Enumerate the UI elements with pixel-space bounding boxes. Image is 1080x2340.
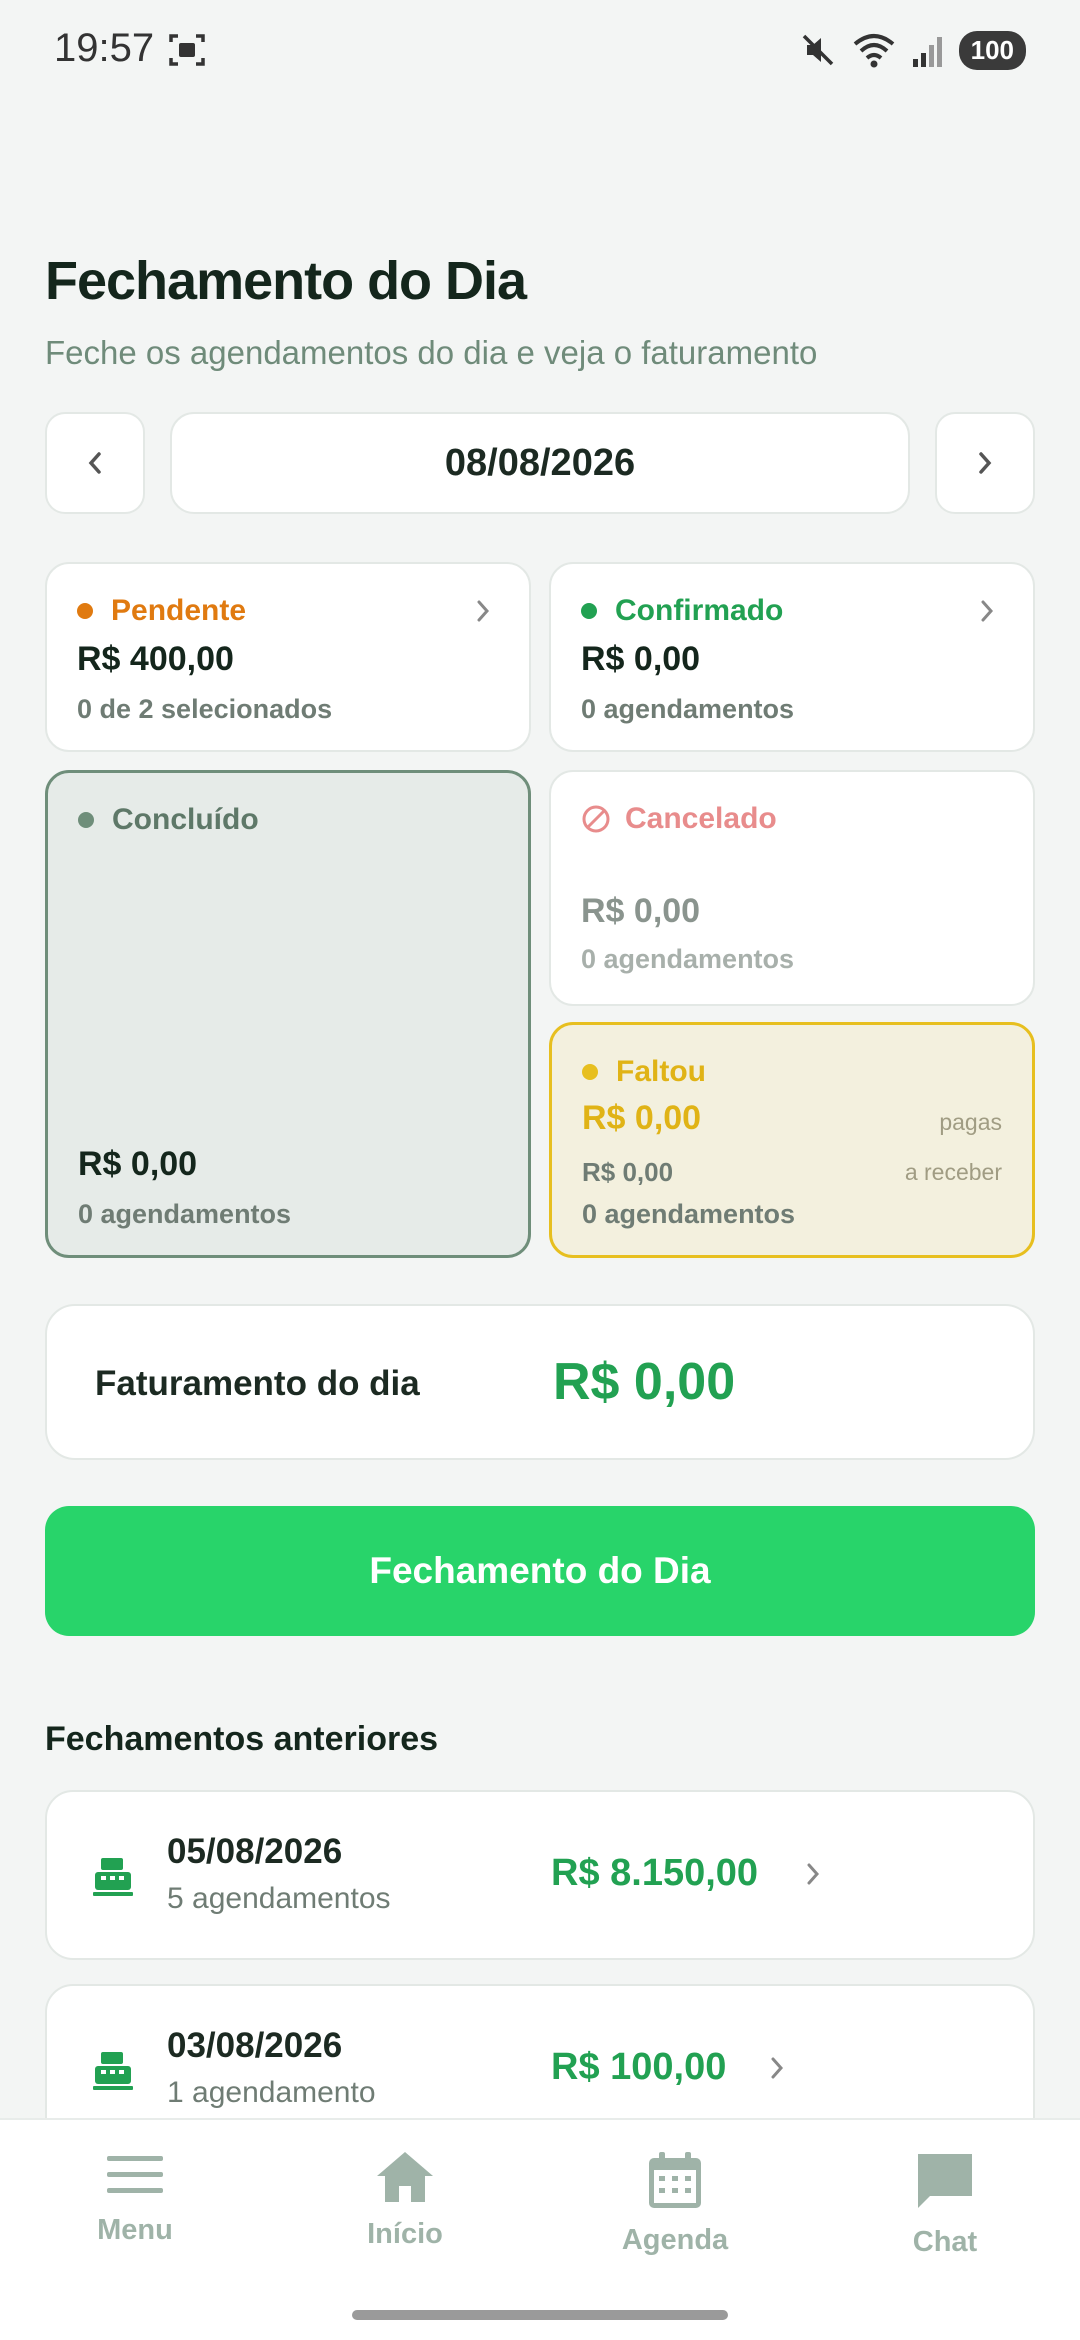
card-confirmado-amount: R$ 0,00: [581, 640, 701, 678]
card-label-text: Cancelado: [625, 802, 777, 835]
status-bar: 19:57 100: [0, 0, 1080, 100]
next-date-button[interactable]: [935, 412, 1035, 514]
card-faltou-meta: 0 agendamentos: [582, 1199, 796, 1229]
history-value: R$ 8.150,00: [551, 1852, 759, 1894]
nav-item-chat[interactable]: Chat: [845, 2150, 1045, 2259]
chevron-right-icon: [771, 2057, 784, 2079]
card-cancelado-label: Cancelado: [581, 802, 777, 836]
card-concluido-meta: 0 agendamentos: [78, 1199, 292, 1229]
card-confirmado-meta: 0 agendamentos: [581, 694, 795, 724]
status-icons: 100: [799, 30, 1026, 70]
history-date: 03/08/2026: [167, 2026, 343, 2065]
prev-date-button[interactable]: [45, 412, 145, 514]
home-indicator[interactable]: [352, 2310, 728, 2320]
card-faltou-paid-amount: R$ 0,00: [582, 1099, 702, 1137]
card-label-text: Pendente: [111, 594, 247, 627]
card-pendente-meta: 0 de 2 selecionados: [77, 694, 333, 724]
bottom-nav: Menu Início Agenda Chat: [0, 2118, 1080, 2340]
card-pendente-amount: R$ 400,00: [77, 640, 234, 678]
card-confirmado[interactable]: Confirmado R$ 0,00 0 agendamentos: [549, 562, 1035, 752]
date-selector[interactable]: 08/08/2026: [170, 412, 910, 514]
nav-item-menu[interactable]: Menu: [35, 2150, 235, 2247]
card-label-text: Confirmado: [615, 594, 784, 627]
card-faltou-paid-note: pagas: [939, 1109, 1002, 1135]
cancel-icon: [582, 805, 610, 833]
menu-icon: [107, 2156, 163, 2193]
card-concluido[interactable]: Concluído R$ 0,00 0 agendamentos: [45, 770, 531, 1258]
screen-record-icon: [169, 34, 205, 66]
nav-label: Menu: [97, 2214, 173, 2246]
history-item[interactable]: 05/08/2026 5 agendamentos R$ 8.150,00: [45, 1790, 1035, 1960]
history-value: R$ 100,00: [551, 2046, 727, 2088]
card-faltou[interactable]: Faltou R$ 0,00 pagas R$ 0,00 a receber 0…: [549, 1022, 1035, 1258]
cash-register-icon: [93, 1858, 133, 1896]
status-dot: [78, 812, 94, 828]
chevron-left-icon: [88, 452, 101, 474]
calendar-icon: [649, 2152, 701, 2208]
history-date: 05/08/2026: [167, 1832, 343, 1871]
revenue-label: Faturamento do dia: [95, 1364, 420, 1403]
battery-icon: 100: [958, 30, 1026, 70]
chevron-right-icon: [981, 600, 994, 622]
card-pendente[interactable]: Pendente R$ 400,00 0 de 2 selecionados: [45, 562, 531, 752]
status-dot: [581, 603, 597, 619]
card-concluido-amount: R$ 0,00: [78, 1145, 198, 1183]
signal-icon: [912, 37, 942, 67]
nav-item-inicio[interactable]: Início: [305, 2150, 505, 2251]
close-day-button[interactable]: Fechamento do Dia: [45, 1506, 1035, 1636]
card-faltou-receivable-amount: R$ 0,00: [582, 1157, 674, 1187]
mute-icon: [802, 34, 833, 66]
status-time: 19:57: [54, 26, 155, 70]
status-dot: [77, 603, 93, 619]
nav-item-agenda[interactable]: Agenda: [575, 2150, 775, 2257]
page-title: Fechamento do Dia: [45, 251, 527, 311]
card-faltou-label: Faltou: [582, 1055, 706, 1089]
wifi-icon: [853, 34, 894, 68]
card-concluido-label: Concluído: [78, 803, 259, 837]
card-cancelado-meta: 0 agendamentos: [581, 944, 795, 974]
card-faltou-receivable-note: a receber: [904, 1159, 1002, 1185]
chat-icon: [918, 2154, 972, 2208]
cash-register-icon: [93, 2052, 133, 2090]
page-subtitle: Feche os agendamentos do dia e veja o fa…: [45, 334, 818, 371]
card-confirmado-label: Confirmado: [581, 594, 783, 628]
nav-label: Chat: [912, 2226, 978, 2258]
home-icon: [377, 2152, 433, 2202]
revenue-value: R$ 0,00: [553, 1353, 736, 1411]
card-label-text: Concluído: [112, 803, 259, 836]
card-pendente-label: Pendente: [77, 594, 246, 628]
card-cancelado[interactable]: Cancelado R$ 0,00 0 agendamentos: [549, 770, 1035, 1006]
revenue-card: Faturamento do dia R$ 0,00: [45, 1304, 1035, 1460]
history-section-title: Fechamentos anteriores: [45, 1720, 439, 1758]
history-count: 1 agendamento: [167, 2076, 376, 2109]
nav-label: Agenda: [621, 2224, 729, 2256]
chevron-right-icon: [979, 452, 992, 474]
nav-label: Início: [367, 2218, 443, 2250]
chevron-right-icon: [807, 1863, 820, 1885]
status-dot: [582, 1064, 598, 1080]
card-cancelado-amount: R$ 0,00: [581, 892, 701, 930]
card-label-text: Faltou: [616, 1055, 706, 1088]
chevron-right-icon: [477, 600, 490, 622]
history-count: 5 agendamentos: [167, 1882, 391, 1915]
